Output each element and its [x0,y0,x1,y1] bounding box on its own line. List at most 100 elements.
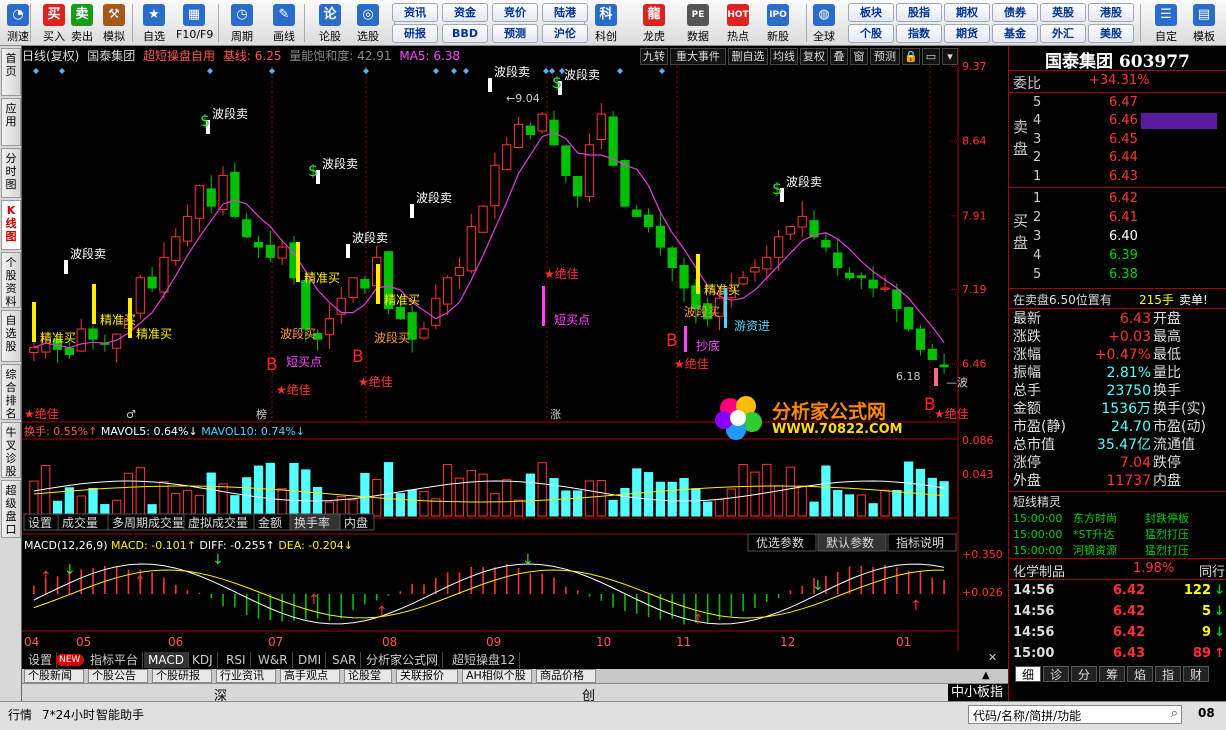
candle-body[interactable] [513,123,524,148]
candle-body[interactable] [655,225,666,248]
indicator-tab-2[interactable]: 指标平台 [86,652,144,668]
chart-tool-4[interactable]: 复权 [800,48,828,65]
candle-body[interactable] [478,205,488,233]
toolbar-pill-1[interactable]: 资金 [442,3,488,22]
candle-body[interactable] [762,256,772,270]
news-tab-1[interactable]: 个股公告 [88,669,148,683]
ask-row[interactable]: 5 6.47 [1009,94,1226,112]
indicator-tab-6[interactable]: W&R [254,652,293,668]
indicator-tab-3[interactable]: MACD [144,652,189,668]
bid-row[interactable]: 2 6.41 [1009,209,1226,227]
indicator-tab-10[interactable]: 超短操盘12 [448,652,521,668]
toolbar-pill-10[interactable]: 期权 [944,3,990,22]
industry-name[interactable]: 化学制品 [1013,561,1065,580]
quote-bottom-tab-0[interactable]: 细 [1015,666,1041,682]
candle-body[interactable] [880,287,890,290]
toolbar-pill-19[interactable]: 美股 [1088,24,1134,43]
toolbar-pill-6[interactable]: 预测 [492,24,538,43]
left-tab-7[interactable]: 牛叉诊股 [1,422,21,478]
quote-bottom-tab-2[interactable]: 分 [1071,666,1097,682]
candle-body[interactable] [750,267,760,273]
elf-row[interactable]: 15:00:00 东方时尚 封跌停板 [1009,511,1226,527]
candle-body[interactable] [88,328,98,340]
toolbar-button-10[interactable]: 科科创 [588,0,624,46]
candle-body[interactable] [844,272,855,279]
news-tab-7[interactable]: AH相似个股 [462,669,532,683]
indicator-tab-1[interactable]: NEW [56,654,85,666]
candle-body[interactable] [939,364,949,368]
candle-body[interactable] [632,209,642,217]
toolbar-pill-9[interactable]: 股指 [896,3,942,22]
candle-body[interactable] [927,348,937,361]
search-icon[interactable]: ⌕ [1171,706,1178,721]
candle-body[interactable] [324,318,335,336]
chart-tool-2[interactable]: 删自选 [728,48,768,65]
left-tab-2[interactable]: 分时图 [1,148,21,198]
toolbar-button-16[interactable]: ☰ 自定 [1148,0,1184,46]
candle-body[interactable] [442,277,453,305]
window-icon[interactable]: ▭ [922,48,940,65]
chart-tool-3[interactable]: 均线 [770,48,798,65]
volume-tab-2[interactable]: 多周期成交量 [107,513,185,531]
toolbar-pill-12[interactable]: 英股 [1040,3,1086,22]
left-tab-3[interactable]: K线图 [1,200,21,250]
news-tab-5[interactable]: 论股堂 [344,669,392,683]
candle-body[interactable] [596,113,606,140]
bid-row[interactable]: 1 6.42 [1009,190,1226,208]
toolbar-button-12[interactable]: PE 数据 [680,0,716,46]
quote-bottom-tab-5[interactable]: 指 [1155,666,1181,682]
left-tab-6[interactable]: 综合排名 [1,364,21,420]
macd-button-0[interactable]: 优选参数 [747,533,817,552]
toolbar-button-3[interactable]: ⚒ 模拟 [96,0,132,46]
candle-body[interactable] [360,279,370,289]
candle-body[interactable] [833,252,843,269]
candle-body[interactable] [738,277,748,285]
left-tab-4[interactable]: 个股资料 [1,252,21,308]
chart-tool-1[interactable]: 重大事件 [670,48,726,65]
volume-tab-3[interactable]: 虚拟成交量 [183,513,255,531]
candle-body[interactable] [903,307,914,330]
toolbar-pill-14[interactable]: 个股 [848,24,894,43]
toolbar-button-15[interactable]: ◍ 全球 [806,0,842,46]
candle-body[interactable] [679,265,689,289]
status-news-tab[interactable]: 7*24小时 [42,706,95,723]
left-tab-8[interactable]: 超级盘口 [1,480,21,538]
dropdown-icon[interactable]: ▾ [942,48,958,65]
candle-body[interactable] [135,277,145,314]
news-tab-0[interactable]: 个股新闻 [24,669,84,683]
ask-row[interactable]: 1 6.43 [1009,168,1226,186]
candle-body[interactable] [253,241,264,248]
indicator-tab-9[interactable]: 分析家公式网 [362,652,444,668]
toolbar-button-14[interactable]: IPO 新股 [760,0,796,46]
candle-body[interactable] [573,176,583,197]
candle-body[interactable] [76,328,86,352]
candle-body[interactable] [785,226,796,235]
candle-body[interactable] [773,236,784,258]
candle-body[interactable] [242,219,252,238]
status-quote-tab[interactable]: 行情 [8,706,32,723]
news-tab-3[interactable]: 行业资讯 [216,669,276,683]
toolbar-button-17[interactable]: ▤ 模板 [1186,0,1222,46]
toolbar-pill-16[interactable]: 期货 [944,24,990,43]
indicator-tab-8[interactable]: SAR [328,652,362,668]
toolbar-pill-7[interactable]: 沪伦 [542,24,588,43]
chart-tool-6[interactable]: 窗 [850,48,868,65]
quote-bottom-tab-3[interactable]: 筹 [1099,666,1125,682]
toolbar-button-2[interactable]: 卖卖出 [64,0,100,46]
volume-tab-4[interactable]: 金额 [253,513,291,531]
candle-body[interactable] [265,244,275,258]
quote-bottom-tab-6[interactable]: 财 [1183,666,1209,682]
indicator-tab-4[interactable]: KDJ [188,652,218,668]
candle-body[interactable] [431,297,441,326]
candle-body[interactable] [29,346,39,353]
left-tab-1[interactable]: 应用 [1,98,21,146]
toolbar-pill-2[interactable]: 竞价 [492,3,538,22]
macd-button-1[interactable]: 默认参数 [817,533,887,552]
industry-peer[interactable]: 同行 [1199,561,1225,580]
candle-body[interactable] [147,276,157,289]
candle-body[interactable] [159,256,169,293]
ask-row[interactable]: 2 6.44 [1009,149,1226,167]
bid-row[interactable]: 3 6.40 [1009,228,1226,246]
toolbar-button-9[interactable]: ◎ 选股 [350,0,386,46]
toolbar-pill-3[interactable]: 陆港 [542,3,588,22]
